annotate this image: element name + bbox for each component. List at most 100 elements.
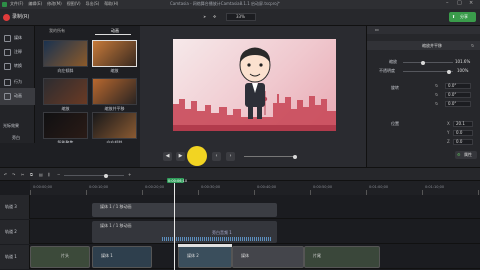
zoom-out-icon[interactable]: − — [57, 173, 60, 177]
clip-label: 媒体 1 / 1 移动画 — [100, 223, 132, 228]
clip-label: 媒体 1 / 1 移动画 — [100, 204, 132, 209]
scrub-slider[interactable] — [244, 154, 297, 159]
media-clip[interactable]: 媒体 — [232, 246, 304, 268]
gear-icon: ⚙ — [457, 152, 461, 157]
media-clip[interactable]: 媒体 2 — [178, 246, 232, 268]
playhead-handle[interactable]: 0:00:06;10 — [167, 178, 188, 183]
clip-selection-bar — [178, 244, 232, 247]
menu-item[interactable]: 编辑(E) — [28, 2, 42, 6]
track-header[interactable]: 轨道 2 — [0, 220, 30, 244]
media-clip[interactable]: 媒体 1 / 1 移动画 旁白音频 1 — [92, 221, 277, 243]
minimize-button[interactable]: – — [446, 1, 449, 6]
menu-item[interactable]: 导出(S) — [86, 2, 100, 6]
rotation-z-field[interactable]: 0.0° — [445, 83, 471, 89]
media-clip[interactable]: 片尾 — [304, 246, 380, 268]
share-label: 分享 — [460, 14, 468, 19]
animation-caption: 向左倾斜 — [57, 68, 74, 73]
ruler-label: 0:00:20;00 — [145, 185, 165, 189]
media-clip[interactable]: 片头 — [30, 246, 90, 268]
clip-label: 媒体 1 — [101, 253, 113, 258]
close-button[interactable]: × — [469, 1, 473, 6]
paste-icon[interactable]: ▤ — [39, 173, 43, 177]
tab-all[interactable]: 我的所有 — [49, 29, 65, 33]
properties-button[interactable]: ⚙ 属性 — [455, 151, 477, 159]
position-x-field[interactable]: 20.1 — [453, 121, 473, 127]
sidebar-item-narration[interactable]: 旁白 — [12, 136, 20, 140]
media-clip[interactable]: 媒体 1 — [92, 246, 152, 268]
tab-animations[interactable]: 动画 — [111, 29, 119, 33]
animation-thumbnail[interactable] — [92, 112, 137, 139]
scale-value[interactable]: 101.6% — [455, 60, 470, 64]
timeline-ruler: 0:00:00;00 0:00:10;00 0:00:20;00 0:00:30;00… — [30, 181, 480, 195]
media-clip[interactable]: 媒体 1 / 1 移动画 — [92, 203, 277, 217]
sidebar-item-label: 行为 — [14, 79, 22, 84]
rotation-label: 旋转 — [391, 85, 399, 90]
split-icon[interactable]: ⫼ — [48, 173, 50, 177]
canvas-area — [140, 26, 366, 143]
properties-tab: 缩放并平移 ↻ — [367, 41, 480, 50]
sidebar-item-4[interactable]: 动画 — [0, 88, 35, 105]
animation-thumbnail[interactable] — [92, 40, 137, 67]
zoom-select[interactable]: 33% — [226, 13, 256, 21]
animation-thumbnail[interactable] — [43, 78, 88, 105]
rotate-x-icon: ↻ — [435, 101, 439, 106]
properties-panel: ▭ 缩放并平移 ↻ 缩放 101.6% 不透明度 100% 旋转 ↻ 0.0° … — [366, 26, 480, 167]
left-bottom-panel — [0, 143, 140, 167]
ruler-label: 0:00:30;00 — [201, 185, 221, 189]
menu-bar: 文件(F) 编辑(E) 修改(M) 视图(V) 导出(S) 帮助(H) — [10, 2, 118, 6]
scale-slider[interactable] — [403, 60, 453, 65]
maximize-button[interactable]: □ — [457, 1, 462, 6]
play-button[interactable]: ▶ — [176, 152, 185, 161]
undo-icon[interactable]: ↶ — [4, 173, 7, 177]
properties-tab-label[interactable]: 缩放并平移 — [422, 44, 442, 48]
position-y-field[interactable]: 0.0 — [453, 130, 473, 136]
cut-icon[interactable]: ✂ — [21, 173, 24, 177]
next-clip-button[interactable]: › — [226, 152, 235, 161]
pointer-tool-icon[interactable]: ➤ — [203, 15, 206, 19]
ruler-label: 0:00:00;00 — [33, 185, 53, 189]
timeline-tracks: 轨道 3 轨道 2 轨道 1 媒体 1 / 1 移动画 媒体 1 / 1 移动画 旁白音频… — [0, 195, 480, 270]
share-button[interactable]: 分享 ⬆ — [449, 12, 476, 22]
audio-waveform — [162, 237, 272, 241]
rotate-z-icon: ↻ — [435, 83, 439, 88]
prev-frame-button[interactable]: ◀ — [163, 152, 172, 161]
title-bar: 文件(F) 编辑(E) 修改(M) 视图(V) 导出(S) 帮助(H) Camtasia … — [0, 0, 480, 9]
record-icon[interactable] — [3, 14, 10, 21]
video-preview[interactable] — [173, 39, 336, 131]
track-header[interactable]: 轨道 1 — [0, 245, 30, 269]
opacity-value[interactable]: 100% — [457, 69, 468, 73]
sidebar-item-cursor-effects[interactable]: 光标效果 — [3, 124, 19, 128]
animation-thumbnail[interactable] — [92, 78, 137, 105]
menu-item[interactable]: 文件(F) — [10, 2, 23, 6]
record-button[interactable]: 录制(R) — [12, 15, 29, 20]
copy-icon[interactable]: ⧉ — [30, 173, 33, 177]
properties-header: ▭ — [367, 26, 480, 34]
rotation-y-field[interactable]: 0.0° — [445, 92, 471, 98]
playhead-time: 0:00:06;10 — [168, 178, 188, 183]
track-name: 轨道 1 — [5, 254, 17, 259]
position-label: 位置 — [391, 121, 399, 126]
app-logo-icon — [2, 2, 7, 7]
sidebar-item-label: 动画 — [14, 93, 22, 98]
tool-sidebar: 媒体 注释 转换 行为 动画 光标效果 旁白 — [0, 26, 35, 143]
animation-thumbnail[interactable] — [43, 40, 88, 67]
prev-clip-button[interactable]: ‹ — [212, 152, 221, 161]
tool-icon — [4, 93, 11, 100]
click-highlight — [187, 146, 207, 166]
redo-icon[interactable]: ↷ — [12, 173, 15, 177]
scale-label: 缩放 — [389, 59, 397, 64]
reset-icon[interactable]: ↻ — [471, 44, 474, 48]
animation-caption: 缩放 — [110, 68, 119, 73]
opacity-slider[interactable] — [403, 69, 453, 74]
animation-thumbnail[interactable] — [43, 112, 88, 139]
timeline-zoom-slider[interactable] — [64, 173, 124, 178]
position-z-field[interactable]: 0.0 — [453, 139, 473, 145]
menu-item[interactable]: 视图(V) — [67, 2, 81, 6]
rotation-x-field[interactable]: 0.0° — [445, 101, 471, 107]
menu-item[interactable]: 修改(M) — [47, 2, 62, 6]
zoom-in-icon[interactable]: + — [128, 173, 131, 177]
pan-tool-icon[interactable]: ✥ — [213, 15, 216, 19]
track-header[interactable]: 轨道 3 — [0, 195, 30, 219]
menu-item[interactable]: 帮助(H) — [104, 2, 118, 6]
sidebar-item-2[interactable]: 转换 — [0, 58, 35, 75]
